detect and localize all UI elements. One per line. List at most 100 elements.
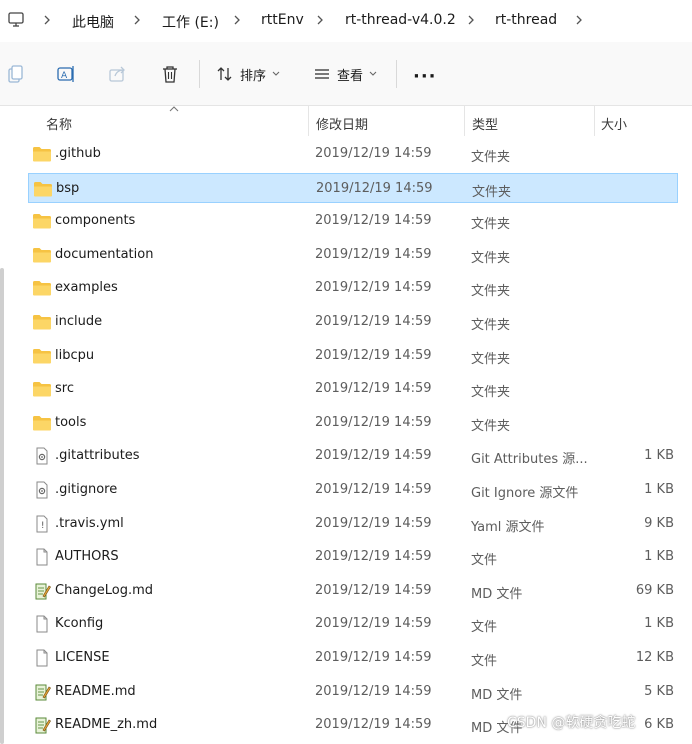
file-row[interactable]: Kconfig 2019/12/19 14:59 文件 1 KB bbox=[28, 609, 678, 639]
blank-file-icon bbox=[32, 548, 52, 566]
file-date-modified: 2019/12/19 14:59 bbox=[316, 180, 433, 196]
folder-icon bbox=[32, 380, 52, 398]
rename-icon[interactable]: A bbox=[56, 64, 76, 84]
folder-icon bbox=[32, 313, 52, 331]
folder-icon bbox=[32, 145, 52, 163]
notepad-file-icon bbox=[32, 582, 52, 600]
file-row[interactable]: examples 2019/12/19 14:59 文件夹 bbox=[28, 273, 678, 303]
view-list-icon bbox=[315, 69, 329, 79]
chevron-right-icon[interactable] bbox=[574, 12, 584, 28]
file-date-modified: 2019/12/19 14:59 bbox=[315, 549, 432, 565]
chevron-down-icon bbox=[369, 71, 377, 76]
column-header-type[interactable]: 类型 bbox=[472, 114, 498, 133]
view-button[interactable]: 查看 bbox=[313, 62, 377, 86]
breadcrumb-rt-thread[interactable]: rt-thread bbox=[495, 12, 557, 28]
file-date-modified: 2019/12/19 14:59 bbox=[315, 381, 432, 397]
navigation-pane-scrollbar[interactable] bbox=[0, 268, 4, 744]
file-type: 文件夹 bbox=[472, 184, 512, 200]
sort-button[interactable]: 排序 bbox=[216, 62, 280, 86]
column-divider[interactable] bbox=[308, 106, 309, 136]
chevron-down-icon bbox=[272, 71, 280, 76]
file-date-modified: 2019/12/19 14:59 bbox=[315, 650, 432, 665]
breadcrumb-drive-e[interactable]: 工作 (E:) bbox=[162, 12, 219, 32]
file-row[interactable]: libcpu 2019/12/19 14:59 文件夹 bbox=[28, 341, 678, 371]
share-icon[interactable] bbox=[108, 64, 128, 84]
file-type: MD 文件 bbox=[471, 687, 523, 703]
file-type: 文件 bbox=[471, 654, 498, 669]
file-type: Git Ignore 源文件 bbox=[471, 486, 579, 501]
file-row[interactable]: .gitattributes 2019/12/19 14:59 Git Attrib… bbox=[28, 441, 678, 471]
file-name: README.md bbox=[55, 683, 136, 699]
breadcrumb-this-pc[interactable]: 此电脑 bbox=[72, 12, 114, 32]
sort-ascending-icon bbox=[169, 106, 179, 112]
column-divider[interactable] bbox=[594, 106, 595, 136]
file-date-modified: 2019/12/19 14:59 bbox=[315, 213, 432, 229]
breadcrumb-rttenv[interactable]: rttEnv bbox=[261, 12, 304, 28]
notepad-file-icon bbox=[32, 683, 52, 701]
file-size: 1 KB bbox=[644, 616, 674, 632]
gear-file-icon bbox=[32, 481, 52, 499]
file-row[interactable]: bsp 2019/12/19 14:59 文件夹 bbox=[28, 172, 678, 203]
file-name: components bbox=[55, 213, 136, 229]
sort-label: 排序 bbox=[240, 68, 267, 84]
file-name: include bbox=[55, 314, 103, 329]
file-row[interactable]: tools 2019/12/19 14:59 文件夹 bbox=[28, 408, 678, 438]
chevron-right-icon bbox=[44, 15, 50, 25]
file-date-modified: 2019/12/19 14:59 bbox=[315, 246, 432, 262]
file-row[interactable]: .gitignore 2019/12/19 14:59 Git Ignore 源文件… bbox=[28, 475, 678, 505]
file-size: 1 KB bbox=[644, 549, 674, 565]
column-header-modified[interactable]: 修改日期 bbox=[316, 114, 368, 133]
yaml-file-icon: ! bbox=[32, 515, 52, 533]
file-name: Kconfig bbox=[55, 616, 104, 632]
column-header-row: 名称 修改日期 类型 大小 bbox=[0, 106, 692, 136]
file-date-modified: 2019/12/19 14:59 bbox=[315, 616, 432, 632]
delete-icon[interactable] bbox=[160, 64, 180, 84]
file-row[interactable]: AUTHORS 2019/12/19 14:59 文件 1 KB bbox=[28, 542, 678, 572]
file-type: Yaml 源文件 bbox=[471, 519, 545, 535]
breadcrumb-rt-thread-v402[interactable]: rt-thread-v4.0.2 bbox=[345, 12, 456, 28]
file-type: 文件 bbox=[471, 620, 498, 636]
chevron-right-icon bbox=[317, 15, 323, 25]
file-type: 文件夹 bbox=[471, 217, 511, 233]
address-bar[interactable]: 此电脑 工作 (E:) rttEnv rt-thread-v4.0.2 rt-t… bbox=[0, 0, 692, 42]
file-row[interactable]: LICENSE 2019/12/19 14:59 文件 12 KB bbox=[28, 643, 678, 673]
chevron-right-icon bbox=[468, 15, 474, 25]
file-name: bsp bbox=[56, 180, 80, 196]
column-header-name[interactable]: 名称 bbox=[46, 114, 72, 133]
folder-icon bbox=[32, 347, 52, 365]
watermark-text: CSDN @软硬贪吃蛇 bbox=[507, 715, 636, 731]
sort-icon bbox=[217, 67, 232, 81]
svg-text:A: A bbox=[61, 71, 68, 81]
more-options-button[interactable]: ··· bbox=[413, 66, 437, 87]
file-row[interactable]: components 2019/12/19 14:59 文件夹 bbox=[28, 206, 678, 236]
column-header-size[interactable]: 大小 bbox=[601, 114, 627, 133]
toolbar-divider bbox=[396, 60, 397, 88]
view-label: 查看 bbox=[337, 68, 364, 84]
file-name: .gitattributes bbox=[55, 448, 140, 464]
file-name: libcpu bbox=[55, 347, 95, 363]
file-size: 5 KB bbox=[644, 683, 674, 699]
file-name: README_zh.md bbox=[55, 717, 158, 733]
file-name: .travis.yml bbox=[55, 515, 124, 531]
file-name: .github bbox=[55, 146, 101, 161]
file-row[interactable]: ! .travis.yml 2019/12/19 14:59 Yaml 源文件 9 KB bbox=[28, 509, 678, 539]
file-date-modified: 2019/12/19 14:59 bbox=[315, 683, 432, 699]
file-date-modified: 2019/12/19 14:59 bbox=[315, 347, 432, 363]
file-name: src bbox=[55, 381, 74, 397]
file-row[interactable]: include 2019/12/19 14:59 文件夹 bbox=[28, 307, 678, 337]
file-row[interactable]: ChangeLog.md 2019/12/19 14:59 MD 文件 69 KB bbox=[28, 576, 678, 606]
file-date-modified: 2019/12/19 14:59 bbox=[315, 717, 432, 733]
column-divider[interactable] bbox=[464, 106, 465, 136]
file-row[interactable]: documentation 2019/12/19 14:59 文件夹 bbox=[28, 240, 678, 270]
file-type: 文件夹 bbox=[471, 150, 511, 165]
chevron-right-icon bbox=[234, 15, 240, 25]
command-bar: A 排序 查看 ··· bbox=[0, 42, 692, 106]
file-date-modified: 2019/12/19 14:59 bbox=[315, 414, 432, 430]
copy-icon[interactable] bbox=[6, 64, 26, 84]
svg-text:!: ! bbox=[40, 521, 45, 531]
file-type: Git Attributes 源... bbox=[471, 452, 588, 468]
file-type: 文件夹 bbox=[471, 250, 511, 266]
file-row[interactable]: src 2019/12/19 14:59 文件夹 bbox=[28, 374, 678, 404]
file-row[interactable]: .github 2019/12/19 14:59 文件夹 bbox=[28, 139, 678, 169]
file-row[interactable]: README.md 2019/12/19 14:59 MD 文件 5 KB bbox=[28, 677, 678, 707]
